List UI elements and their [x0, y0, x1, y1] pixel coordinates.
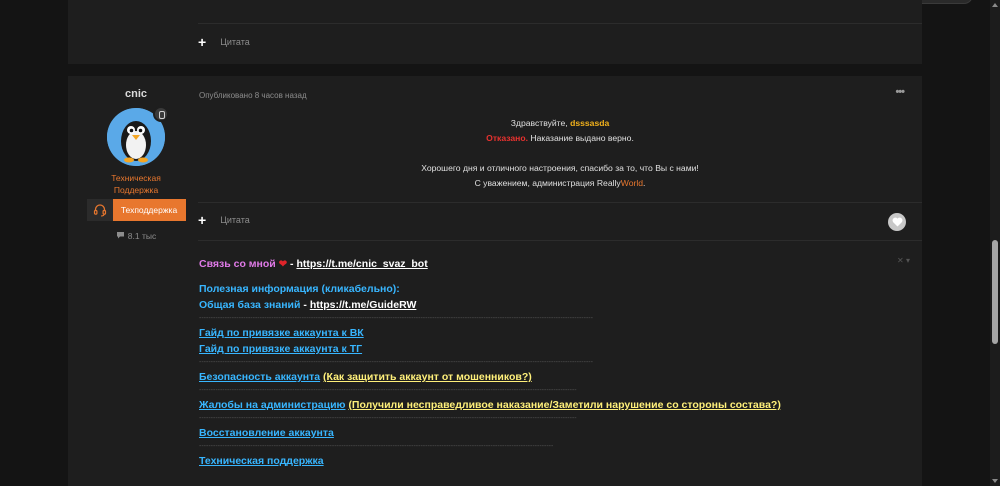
- post-date[interactable]: Опубликовано 8 часов назад: [199, 91, 307, 100]
- reputation-count: 8.1 тыс: [127, 231, 157, 241]
- dashed-divider: ----------------------------------------…: [199, 415, 577, 422]
- regards-prefix: С уважением, администрация Really: [474, 178, 621, 188]
- scroll-down-icon[interactable]: [992, 479, 998, 483]
- headset-icon: [86, 199, 113, 221]
- regards-line: С уважением, администрация ReallyWorld.: [198, 176, 922, 191]
- tech-support-line: Техническая поддержка: [199, 453, 799, 469]
- heart-emoji-icon: ❤: [278, 259, 288, 270]
- complaints-link[interactable]: Жалобы на администрацию: [199, 399, 346, 411]
- author-role-line: Поддержка: [113, 185, 159, 195]
- signature-separator: [198, 240, 922, 241]
- guide-tg-line: Гайд по привязке аккаунта к ТГ: [199, 341, 799, 357]
- dashed-divider: ----------------------------------------…: [199, 359, 593, 366]
- post: cnic Техническая Поддержка Техподдержка …: [68, 76, 922, 486]
- reputation: 8.1 тыс: [86, 231, 186, 241]
- previous-post: + Цитата: [68, 0, 922, 64]
- post-content: Здравствуйте, dsssasda Отказано. Наказан…: [198, 116, 922, 191]
- author-role: Техническая Поддержка: [86, 172, 186, 196]
- verdict-line: Отказано. Наказание выдано верно.: [198, 131, 922, 146]
- security-note-link[interactable]: (Как защитить аккаунт от мошенников?): [323, 371, 532, 383]
- post-actions: + Цитата: [198, 35, 250, 49]
- greeting-line: Здравствуйте, dsssasda: [198, 116, 922, 131]
- dashed-divider: ----------------------------------------…: [199, 443, 554, 450]
- greeting-prefix: Здравствуйте,: [510, 118, 568, 128]
- page-scrollbar[interactable]: [990, 0, 1000, 486]
- role-badge-label: Техподдержка: [112, 199, 186, 221]
- contact-line: Связь со мной ❤ - https://t.me/cnic_svaz…: [199, 256, 799, 272]
- plus-icon[interactable]: +: [198, 35, 206, 49]
- post-separator: [198, 202, 922, 203]
- author-panel: cnic Техническая Поддержка Техподдержка …: [86, 76, 186, 241]
- signature-close-icon[interactable]: ✕ ▾: [897, 256, 910, 265]
- scrollbar-thumb[interactable]: [992, 240, 998, 344]
- verdict-status: Отказано.: [486, 133, 528, 143]
- quote-button[interactable]: Цитата: [220, 37, 250, 47]
- knowledge-base-label: Общая база знаний: [199, 299, 301, 311]
- greeting-name: dsssasda: [570, 118, 610, 128]
- regards-end: .: [643, 178, 646, 188]
- knowledge-base-link[interactable]: https://t.me/GuideRW: [310, 299, 417, 311]
- scroll-up-icon[interactable]: [992, 3, 998, 7]
- avatar[interactable]: [107, 106, 169, 166]
- complaints-note-link[interactable]: (Получили несправедливое наказание/Замет…: [348, 399, 780, 411]
- guide-vk-line: Гайд по привязке аккаунта к ВК: [199, 325, 799, 341]
- guide-tg-link[interactable]: Гайд по привязке аккаунта к ТГ: [199, 343, 362, 355]
- lock-icon: [153, 106, 169, 122]
- regards-brand: World: [620, 178, 644, 188]
- dashed-divider: ----------------------------------------…: [199, 387, 577, 394]
- useful-info-heading: Полезная информация (кликабельно):: [199, 283, 400, 295]
- author-role-line: Техническая: [111, 173, 161, 183]
- security-line: Безопасность аккаунта (Как защитить акка…: [199, 369, 799, 385]
- wish-line: Хорошего дня и отличного настроения, спа…: [421, 163, 699, 173]
- contact-link[interactable]: https://t.me/cnic_svaz_bot: [296, 258, 427, 270]
- security-link[interactable]: Безопасность аккаунта: [199, 371, 320, 383]
- recovery-line: Восстановление аккаунта: [199, 425, 799, 441]
- knowledge-base-line: Общая база знаний - https://t.me/GuideRW: [199, 297, 799, 313]
- dashed-divider: ----------------------------------------…: [199, 315, 593, 322]
- knowledge-base-separator: -: [300, 299, 310, 311]
- author-name[interactable]: cnic: [86, 88, 186, 100]
- contact-label: Связь со мной: [199, 258, 276, 270]
- signature: Связь со мной ❤ - https://t.me/cnic_svaz…: [199, 256, 799, 469]
- role-badge: Техподдержка: [86, 199, 186, 221]
- plus-icon[interactable]: +: [198, 213, 206, 227]
- more-options-icon[interactable]: •••: [895, 86, 905, 98]
- recovery-link[interactable]: Восстановление аккаунта: [199, 427, 334, 439]
- complaints-line: Жалобы на администрацию (Получили неспра…: [199, 397, 799, 413]
- verdict-text: Наказание выдано верно.: [530, 133, 634, 143]
- tech-support-link[interactable]: Техническая поддержка: [199, 455, 324, 467]
- post-actions: + Цитата: [198, 213, 250, 227]
- guide-vk-link[interactable]: Гайд по привязке аккаунта к ВК: [199, 327, 364, 339]
- comment-icon: [116, 231, 125, 241]
- quote-button[interactable]: Цитата: [220, 215, 250, 225]
- heart-icon[interactable]: [888, 213, 906, 231]
- post-separator: [198, 23, 922, 24]
